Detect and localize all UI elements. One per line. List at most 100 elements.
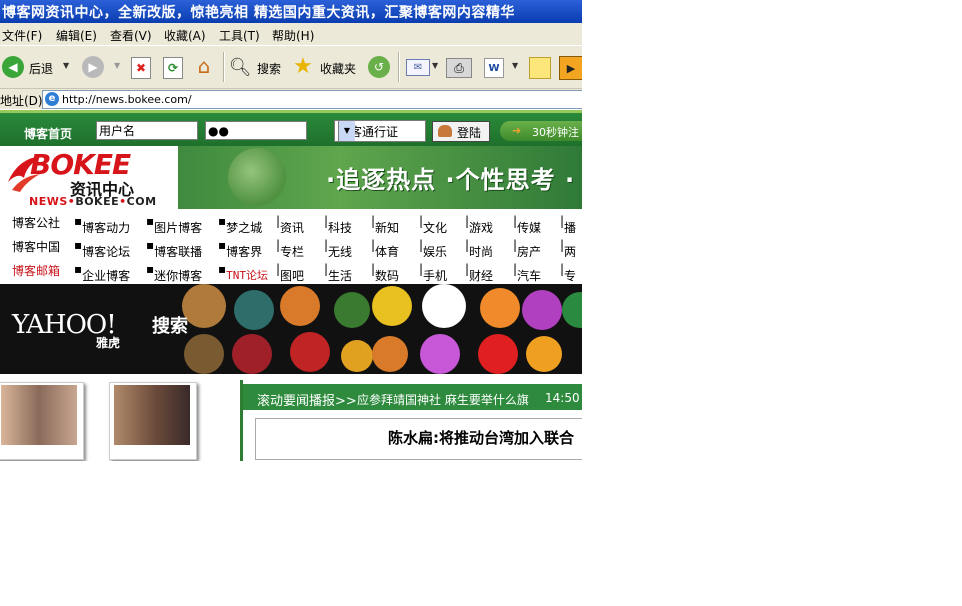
nav-link-mail[interactable]: 博客邮箱 (12, 262, 60, 279)
menu-file[interactable]: 文件(F) (2, 27, 42, 44)
news-ticker-text[interactable]: 应参拜靖国神社 麻生要举什么旗 (357, 391, 529, 408)
nav-link-text: 企业博客 (82, 269, 131, 283)
mail-icon[interactable]: ✉ (406, 59, 430, 76)
nav-row-3: 博客邮箱 ▪ 企业博客 ▪ 迷你博客 ▪ TNT论坛 | 图吧 | 生活 | 数… (0, 257, 582, 285)
nav-link[interactable]: | 时尚 (465, 238, 493, 259)
nav-link-text: 迷你博客 (154, 269, 203, 283)
nav-link[interactable]: | 专 (560, 262, 576, 283)
refresh-icon[interactable]: ⟳ (163, 57, 183, 79)
discuss-icon[interactable] (529, 57, 551, 79)
login-button-label: 登陆 (457, 126, 482, 140)
nav-link[interactable]: ▪ 博客联播 (146, 238, 202, 259)
address-url[interactable]: http://news.bokee.com/ (62, 93, 192, 106)
back-arrow-icon[interactable]: ◀ (2, 56, 24, 78)
nav-link-text: TNT论坛 (226, 269, 269, 282)
register-promo-button[interactable]: ➜ 30秒钟注 (500, 121, 582, 141)
search-button-label[interactable]: 搜索 (257, 60, 281, 77)
nav-link[interactable]: | 科技 (324, 214, 352, 235)
nav-link[interactable]: ▪ 博客界 (218, 238, 262, 259)
nav-link[interactable]: | 两 (560, 238, 576, 259)
menu-help[interactable]: 帮助(H) (272, 27, 314, 44)
back-button-label[interactable]: 后退 (29, 60, 53, 77)
nav-link[interactable]: | 图吧 (276, 262, 304, 283)
nav-link[interactable]: | 无线 (324, 238, 352, 259)
photo-image (1, 385, 77, 445)
stop-icon[interactable]: ✖ (131, 57, 151, 79)
globe-graphic (228, 148, 286, 206)
nav-link[interactable]: | 播 (560, 214, 576, 235)
nav-link[interactable]: | 专栏 (276, 238, 304, 259)
passport-select[interactable]: 博客通行证 ▼ (334, 120, 426, 142)
toolbar: ◀ 后退 ▼ ▶ ▼ ✖ ⟳ ⌂ 🔍︎ 搜索 ★ 收藏夹 ↺ ✉ ▼ ⎙ W ▼… (0, 46, 582, 89)
media-icon[interactable]: ▶ (559, 56, 582, 80)
password-input[interactable] (205, 121, 307, 140)
chevron-down-icon[interactable]: ▼ (338, 121, 355, 141)
nav-link[interactable]: | 体育 (371, 238, 399, 259)
photo-thumbnail[interactable] (0, 382, 84, 460)
bokee-logo[interactable]: BOKEE 资讯中心 NEWS•BOKEE•COM (0, 146, 178, 209)
forward-dropdown-icon[interactable]: ▼ (114, 61, 120, 70)
photo-thumbnail[interactable] (109, 382, 197, 460)
nav-link[interactable]: | 传媒 (513, 214, 541, 235)
forward-arrow-icon[interactable]: ▶ (82, 56, 104, 78)
nav-link-text: 数码 (375, 269, 400, 283)
login-button[interactable]: 登陆 (432, 121, 490, 142)
nav-link[interactable]: 博客公社 (12, 214, 60, 231)
nav-link[interactable]: | 汽车 (513, 262, 541, 283)
nav-link-text: 汽车 (517, 269, 542, 283)
back-dropdown-icon[interactable]: ▼ (63, 61, 69, 70)
nav-link[interactable]: | 数码 (371, 262, 399, 283)
yahoo-search-ad[interactable]: YAHOO! 搜索 雅虎 (0, 284, 582, 374)
nav-link[interactable]: | 手机 (419, 262, 447, 283)
address-bar: 地址(D) e http://news.bokee.com/ (0, 89, 582, 109)
nav-link[interactable]: | 财经 (465, 262, 493, 283)
edit-dropdown-icon[interactable]: ▼ (512, 61, 518, 70)
content-area: 滚动要闻播报>> 应参拜靖国神社 麻生要举什么旗 14:50 陈水扁:将推动台湾… (0, 374, 582, 461)
nav-link[interactable]: ▪ 博客论坛 (74, 238, 130, 259)
nav-row-1: 博客公社 ▪ 博客动力 ▪ 图片博客 ▪ 梦之城 | 资讯 | 科技 | 新知 … (0, 209, 582, 235)
nav-link[interactable]: | 资讯 (276, 214, 304, 235)
nav-link[interactable]: ▪ 迷你博客 (146, 262, 202, 283)
print-icon[interactable]: ⎙ (446, 58, 472, 78)
menu-tools[interactable]: 工具(T) (219, 27, 260, 44)
edit-word-icon[interactable]: W (484, 58, 504, 78)
nav-row-2: 博客中国 ▪ 博客论坛 ▪ 博客联播 ▪ 博客界 | 专栏 | 无线 | 体育 … (0, 233, 582, 259)
blog-home-link[interactable]: 博客首页 (24, 125, 72, 142)
address-label: 地址(D) (0, 94, 43, 108)
news-ticker[interactable]: 滚动要闻播报>> 应参拜靖国神社 麻生要举什么旗 14:50 (243, 384, 582, 410)
nav-link[interactable]: ▪ 梦之城 (218, 214, 262, 235)
nav-link-text: 专 (564, 269, 577, 283)
menu-edit[interactable]: 编辑(E) (56, 27, 97, 44)
history-icon[interactable]: ↺ (368, 56, 390, 78)
nav-link[interactable]: ▪ 企业博客 (74, 262, 130, 283)
address-input[interactable]: e http://news.bokee.com/ (42, 90, 582, 109)
username-input[interactable] (96, 121, 198, 140)
nav-link[interactable]: | 新知 (371, 214, 399, 235)
news-ticker-label: 滚动要闻播报>> (257, 394, 357, 409)
nav-link[interactable]: | 游戏 (465, 214, 493, 235)
menu-favorites[interactable]: 收藏(A) (164, 27, 206, 44)
nav-link[interactable]: | 生活 (324, 262, 352, 283)
nav-link[interactable]: | 文化 (419, 214, 447, 235)
nav-link[interactable]: | 房产 (513, 238, 541, 259)
browser-window: 博客网资讯中心，全新改版，惊艳亮相 精选国内重大资讯，汇聚博客网内容精华 文件(… (0, 0, 582, 461)
nav-link[interactable]: ▪ 博客动力 (74, 214, 130, 235)
ie-page-icon: e (45, 92, 59, 106)
nav-link-text: 生活 (328, 269, 353, 283)
menu-view[interactable]: 查看(V) (110, 27, 152, 44)
home-icon[interactable]: ⌂ (192, 54, 216, 78)
nav-link[interactable]: | 娱乐 (419, 238, 447, 259)
silhouette-graphic (182, 284, 582, 374)
banner-slogan: ·追逐热点 ·个性思考 · (326, 166, 576, 194)
title-bar[interactable]: 博客网资讯中心，全新改版，惊艳亮相 精选国内重大资讯，汇聚博客网内容精华 (0, 0, 582, 23)
nav-link[interactable]: 博客中国 (12, 238, 60, 255)
search-icon[interactable]: 🔍︎ (229, 56, 252, 78)
nav-link[interactable]: ▪ 图片博客 (146, 214, 202, 235)
window-title: 博客网资讯中心，全新改版，惊艳亮相 精选国内重大资讯，汇聚博客网内容精华 (2, 5, 515, 21)
mail-dropdown-icon[interactable]: ▼ (432, 61, 438, 70)
favorites-button-label[interactable]: 收藏夹 (320, 60, 356, 77)
favorites-star-icon[interactable]: ★ (291, 54, 315, 79)
nav-link-tnt[interactable]: ▪ TNT论坛 (218, 262, 268, 282)
headline[interactable]: 陈水扁:将推动台湾加入联合 (388, 427, 574, 448)
arrow-icon: ➜ (512, 124, 522, 137)
